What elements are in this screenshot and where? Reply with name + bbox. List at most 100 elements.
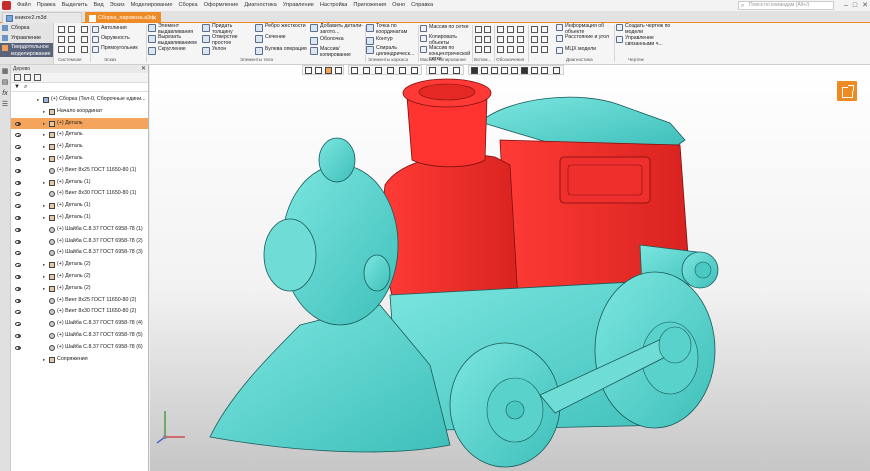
tree-row[interactable]: (+) Шайба C.8.37 ГОСТ 6958-78 (1): [11, 224, 148, 236]
mode-tab-manage[interactable]: Управление: [0, 33, 53, 43]
save-icon[interactable]: [58, 36, 65, 43]
filter-axes-icon[interactable]: [531, 67, 538, 74]
area-icon[interactable]: [541, 36, 548, 43]
aux-line-icon[interactable]: [475, 46, 482, 53]
section-button[interactable]: Сечение: [255, 34, 307, 43]
visibility-eye-icon[interactable]: [15, 168, 21, 173]
filter-planes-icon[interactable]: [511, 67, 518, 74]
visibility-eye-icon[interactable]: [15, 156, 21, 161]
close-icon[interactable]: ✕: [862, 0, 868, 11]
filter-parts-icon[interactable]: [471, 67, 478, 74]
expand-caret-icon[interactable]: ▸: [43, 283, 45, 295]
tree-row[interactable]: (+) Винт 8x30 ГОСТ 11650-80 (2): [11, 306, 148, 318]
expand-caret-icon[interactable]: ▸: [43, 212, 45, 224]
tree-structure-icon[interactable]: [14, 74, 21, 81]
tree-row[interactable]: ▸ (+) Деталь (2): [11, 259, 148, 271]
fillet-button[interactable]: Скругление: [148, 46, 204, 55]
axis-icon[interactable]: [484, 26, 491, 33]
mass-properties-button[interactable]: МЦХ модели: [556, 46, 616, 54]
visibility-eye-icon[interactable]: [15, 180, 21, 185]
check-icon[interactable]: [541, 26, 548, 33]
volume-icon[interactable]: [531, 46, 538, 53]
menu-item[interactable]: Справка: [408, 0, 436, 11]
tree-row[interactable]: ▸ Сопряжения: [11, 354, 148, 366]
visibility-eye-icon[interactable]: [15, 239, 21, 244]
mode-tab-assembly[interactable]: Сборка: [0, 23, 53, 33]
visibility-eye-icon[interactable]: [15, 322, 21, 327]
mode-tab-solid[interactable]: Твердотельное моделирование: [0, 43, 53, 57]
menu-item[interactable]: Вид: [90, 0, 106, 11]
selection-mode-icon[interactable]: [325, 67, 332, 74]
tree-row[interactable]: (+) Винт 8x25 ГОСТ 11650-80 (2): [11, 295, 148, 307]
dimension-icon[interactable]: [497, 26, 504, 33]
autoline-button[interactable]: Автолиния: [92, 25, 147, 33]
create-drawing-button[interactable]: Создать чертеж по модели: [616, 23, 674, 35]
visibility-eye-icon[interactable]: [15, 274, 21, 279]
filter-vertices-icon[interactable]: [501, 67, 508, 74]
tolerance-icon[interactable]: [517, 36, 524, 43]
normal-view-icon[interactable]: [387, 67, 394, 74]
pattern-copy-button[interactable]: Массив/копирование: [310, 46, 364, 58]
menu-item[interactable]: Файл: [14, 0, 34, 11]
menu-item[interactable]: Диагностика: [241, 0, 279, 11]
csys-icon[interactable]: [484, 36, 491, 43]
tree-row[interactable]: ▸ (+) Деталь (2): [11, 271, 148, 283]
rectangle-button[interactable]: Прямоугольник: [92, 45, 147, 53]
leader-icon[interactable]: [507, 26, 514, 33]
expand-caret-icon[interactable]: ▸: [43, 129, 45, 141]
tree-row[interactable]: ▸ (+) Деталь: [11, 141, 148, 153]
filter-edges-icon[interactable]: [481, 67, 488, 74]
tree-close-icon[interactable]: ✕: [141, 65, 146, 73]
tree-row[interactable]: (+) Шайба C.8.37 ГОСТ 6958-78 (4): [11, 318, 148, 330]
command-search-input[interactable]: ⌕ Поиск по командам (Alt+/): [738, 1, 834, 10]
tree-panel-icon[interactable]: ▦: [1, 68, 9, 76]
expand-caret-icon[interactable]: ▸: [43, 141, 45, 153]
visibility-eye-icon[interactable]: [15, 192, 21, 197]
aux-point-icon[interactable]: [475, 36, 482, 43]
tree-row[interactable]: ▸ (+) Деталь: [11, 117, 148, 130]
pan-icon[interactable]: [351, 67, 358, 74]
expand-caret-icon[interactable]: ▸: [43, 271, 45, 283]
tree-row[interactable]: (+) Шайба C.8.37 ГОСТ 6958-78 (6): [11, 342, 148, 354]
hole-button[interactable]: Отверстие простое: [202, 34, 254, 46]
menu-item[interactable]: Приложения: [350, 0, 389, 11]
expand-caret-icon[interactable]: ▸: [43, 177, 45, 189]
menu-item[interactable]: Сборка: [175, 0, 200, 11]
edit-in-place-button[interactable]: [837, 81, 857, 101]
tree-row[interactable]: (+) Винт 8x30 ГОСТ 11650-80 (1): [11, 188, 148, 200]
new-file-icon[interactable]: [58, 26, 65, 33]
tree-row[interactable]: (+) Шайба C.8.37 ГОСТ 6958-78 (3): [11, 247, 148, 259]
cut-extrude-button[interactable]: Вырезать выдавливанием: [148, 34, 204, 46]
tree-row[interactable]: ▸ (+) Деталь (1): [11, 177, 148, 189]
menu-item[interactable]: Окно: [389, 0, 408, 11]
distance-angle-button[interactable]: Расстояние и угол: [556, 34, 616, 42]
variables-icon[interactable]: fx: [1, 90, 9, 98]
aux-surface-icon[interactable]: [484, 46, 491, 53]
shaded-icon[interactable]: [429, 67, 436, 74]
visibility-eye-icon[interactable]: [15, 204, 21, 209]
zoom-window-icon[interactable]: [315, 67, 322, 74]
measure-icon[interactable]: [531, 26, 538, 33]
helix-button[interactable]: Спираль цилиндрическ...: [366, 45, 418, 57]
tree-row[interactable]: ▸ (+) Сборка (Тел-0, Сборочные едини...: [11, 94, 148, 106]
expand-caret-icon[interactable]: ▸: [43, 200, 45, 212]
redo-icon[interactable]: [68, 46, 75, 53]
point-coords-button[interactable]: Точка по координатам: [366, 23, 418, 35]
filter-faces-icon[interactable]: [491, 67, 498, 74]
perspective-icon[interactable]: [453, 67, 460, 74]
undo-icon[interactable]: [58, 46, 65, 53]
contour-button[interactable]: Контур: [366, 36, 418, 45]
visibility-eye-icon[interactable]: [15, 145, 21, 150]
plane-icon[interactable]: [475, 26, 482, 33]
maximize-icon[interactable]: □: [853, 0, 857, 11]
menu-item[interactable]: Оформление: [201, 0, 242, 11]
menu-item[interactable]: Эскиз: [107, 0, 128, 11]
menu-item[interactable]: Моделирование: [128, 0, 176, 11]
thread-icon[interactable]: [517, 46, 524, 53]
visibility-eye-icon[interactable]: [15, 333, 21, 338]
tree-row[interactable]: ▸ Начало координат: [11, 106, 148, 118]
menu-item[interactable]: Настройка: [317, 0, 351, 11]
tree-row[interactable]: ▸ (+) Деталь (1): [11, 200, 148, 212]
filter-dims-icon[interactable]: [541, 67, 548, 74]
menu-item[interactable]: Правка: [34, 0, 59, 11]
